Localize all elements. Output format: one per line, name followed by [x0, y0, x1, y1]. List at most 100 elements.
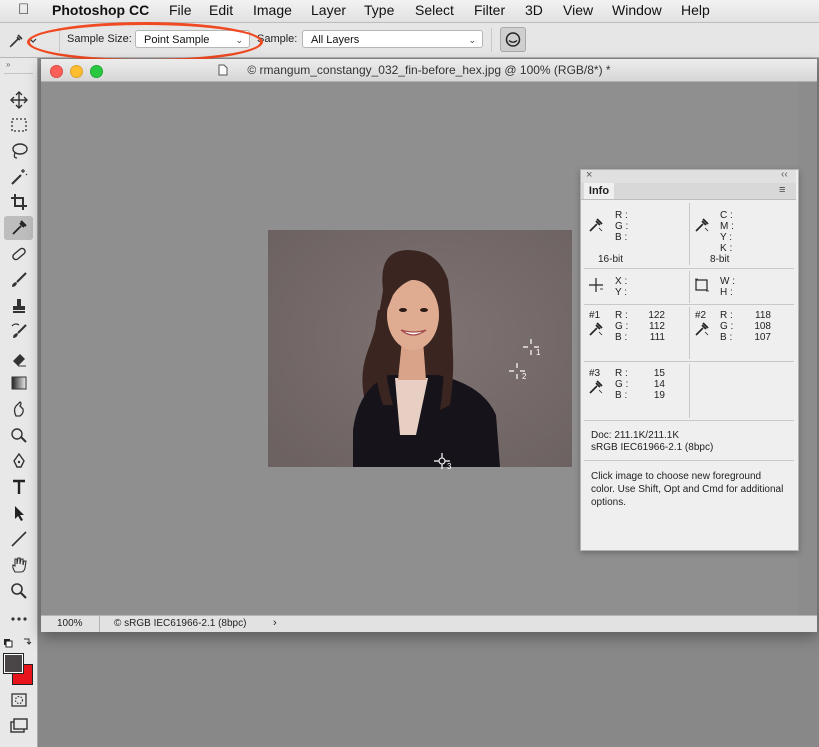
crosshair-icon	[589, 278, 603, 292]
info-m-label: M :	[720, 221, 734, 232]
menu-help[interactable]: Help	[681, 2, 710, 18]
document-profile: © sRGB IEC61966-2.1 (8bpc)	[114, 618, 247, 629]
sampler-3-g-value: 14	[653, 379, 665, 390]
menu-window[interactable]: Window	[612, 2, 662, 18]
stamp-tool[interactable]	[4, 294, 33, 318]
zoom-level[interactable]: 100%	[57, 618, 83, 629]
eraser-tool[interactable]	[4, 346, 33, 370]
sampler-2-tag: #2	[695, 310, 707, 321]
vertical-scrollbar[interactable]	[798, 82, 817, 615]
info-r-label: R :	[615, 310, 628, 321]
foreground-color-swatch[interactable]	[3, 653, 24, 674]
menu-image[interactable]: Image	[253, 2, 292, 18]
menu-file[interactable]: File	[169, 2, 192, 18]
screen-mode-button[interactable]	[4, 714, 33, 738]
doc-size: Doc: 211.1K/211.1K	[591, 430, 680, 441]
divider	[99, 616, 100, 632]
menu-layer[interactable]: Layer	[311, 2, 346, 18]
dodge-tool[interactable]	[4, 423, 33, 447]
info-b-label: B :	[615, 332, 628, 343]
info-x-label: X :	[615, 276, 628, 287]
smudge-tool[interactable]	[4, 397, 33, 421]
info-y-coord-label: Y :	[615, 287, 628, 298]
divider	[689, 307, 690, 359]
move-tool[interactable]	[4, 88, 33, 112]
chevron-down-icon: ⌄	[468, 35, 476, 45]
brush-tool[interactable]	[4, 268, 33, 292]
menu-type[interactable]: Type	[364, 2, 394, 18]
info-panel: × ‹‹ Info ≡ R : G : B : 16-bit C : M : Y…	[580, 169, 799, 551]
gradient-tool[interactable]	[4, 371, 33, 395]
sampler-3-tag: #3	[589, 368, 601, 379]
document-title: © rmangum_constangy_032_fin-before_hex.j…	[247, 63, 611, 77]
menu-bar:  Photoshop CC File Edit Image Layer Typ…	[0, 0, 819, 23]
type-tool[interactable]	[4, 475, 33, 499]
document-title-bar[interactable]: © rmangum_constangy_032_fin-before_hex.j…	[41, 59, 817, 82]
screen-mode-icon	[9, 718, 28, 733]
swap-colors-icon	[4, 638, 32, 648]
color-sampler-3[interactable]: 3	[433, 452, 455, 477]
sampler-3-r-value: 15	[653, 368, 665, 379]
quick-mask-button[interactable]	[4, 688, 33, 712]
sampling-ring-button[interactable]	[500, 27, 526, 52]
divider	[689, 271, 690, 303]
menu-select[interactable]: Select	[415, 2, 454, 18]
lasso-tool[interactable]	[4, 139, 33, 163]
marquee-icon	[10, 118, 27, 132]
close-icon[interactable]: ×	[586, 169, 592, 181]
sampler-3-b-value: 19	[653, 390, 665, 401]
ellipsis-icon	[10, 617, 27, 621]
sampler-2-label: 2	[522, 372, 527, 381]
info-g-label: G :	[720, 321, 734, 332]
status-menu-arrow-icon[interactable]: ›	[273, 617, 277, 629]
pen-tool[interactable]	[4, 449, 33, 473]
app-menu[interactable]: Photoshop CC	[52, 2, 149, 18]
color-sampler-1[interactable]: 1	[522, 338, 544, 363]
path-selection-tool[interactable]	[4, 501, 33, 525]
panel-header[interactable]: × ‹‹	[581, 169, 796, 183]
doc-color-profile: sRGB IEC61966-2.1 (8bpc)	[591, 442, 714, 453]
menu-3d[interactable]: 3D	[525, 2, 543, 18]
collapse-icon[interactable]: ‹‹	[781, 169, 788, 180]
zoom-tool[interactable]	[4, 579, 33, 603]
divider	[584, 304, 794, 305]
more-tools[interactable]	[4, 607, 33, 631]
eyedropper-tool[interactable]	[4, 216, 33, 240]
color-sampler-2[interactable]: 2	[508, 362, 530, 387]
menu-edit[interactable]: Edit	[209, 2, 233, 18]
sample-layers-value: All Layers	[311, 34, 360, 46]
selection-size-icon	[695, 278, 709, 292]
info-r-label: R :	[615, 210, 628, 221]
magic-wand-tool[interactable]	[4, 165, 33, 189]
eyedropper-icon	[695, 322, 709, 336]
sample-label: Sample:	[257, 33, 298, 45]
healing-brush-tool[interactable]	[4, 242, 33, 266]
crop-tool[interactable]	[4, 190, 33, 214]
tab-info[interactable]: Info	[584, 183, 614, 199]
sampler-3-label: 3	[447, 462, 452, 471]
line-tool[interactable]	[4, 527, 33, 551]
collapse-icon[interactable]: »	[6, 60, 10, 69]
stamp-icon	[12, 299, 25, 313]
info-g-label: G :	[615, 321, 629, 332]
divider	[584, 268, 794, 269]
info-b-label: B :	[615, 232, 628, 243]
sampler-2-g-value: 108	[754, 321, 771, 332]
magic-wand-icon	[10, 169, 27, 185]
apple-icon[interactable]: 	[18, 1, 29, 18]
sample-layers-select[interactable]: All Layers ⌄	[302, 30, 483, 48]
info-r-label: R :	[720, 310, 733, 321]
marquee-tool[interactable]	[4, 113, 33, 137]
sampler-2-r-value: 118	[755, 310, 771, 321]
info-hint-text: Click image to choose new foreground col…	[591, 471, 784, 508]
info-bit-depth-left: 16-bit	[598, 254, 624, 265]
menu-filter[interactable]: Filter	[474, 2, 505, 18]
default-colors-button[interactable]	[3, 636, 33, 650]
menu-view[interactable]: View	[563, 2, 593, 18]
highlight-annotation	[27, 22, 263, 62]
panel-menu-icon[interactable]: ≡	[779, 184, 785, 196]
hand-tool[interactable]	[4, 553, 33, 577]
info-h-label: H :	[720, 287, 733, 298]
history-brush-tool[interactable]	[4, 320, 33, 344]
eyedropper-icon	[589, 322, 603, 336]
